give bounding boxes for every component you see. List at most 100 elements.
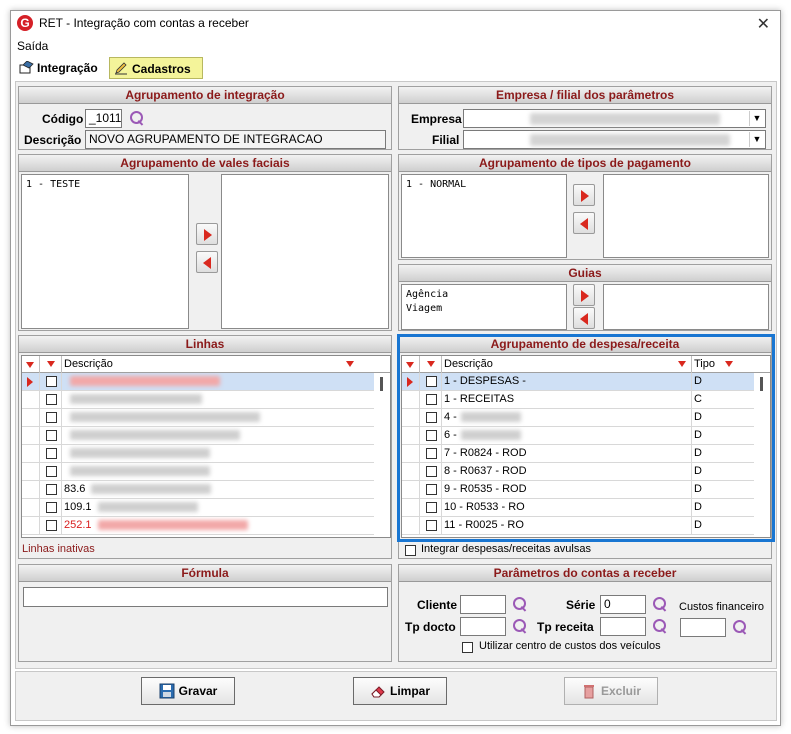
chevron-down-icon: ▼ [749, 111, 764, 126]
arrow-left-icon [580, 218, 588, 230]
panel-guias: Guias Agência Viagem [398, 264, 772, 331]
tipos-pagamento-list[interactable]: 1 - NORMAL [401, 174, 567, 258]
search-serie-icon[interactable] [652, 596, 668, 612]
filial-select[interactable]: ▼ [463, 130, 766, 149]
tipos-pagamento-available-list[interactable] [603, 174, 769, 258]
filter-check-column[interactable] [40, 356, 62, 373]
table-row[interactable] [22, 445, 390, 463]
redacted-text [70, 466, 210, 477]
search-cliente-icon[interactable] [512, 596, 528, 612]
row-checkbox[interactable] [46, 520, 57, 531]
tab-cadastros[interactable]: Cadastros [109, 57, 203, 79]
redacted-text [70, 412, 260, 423]
filter-icon [47, 361, 55, 367]
table-row[interactable] [22, 373, 390, 391]
list-item[interactable]: 1 - TESTE [26, 178, 184, 192]
add-vale-button[interactable] [196, 223, 218, 245]
linhas-inativas-label: Linhas inativas [22, 543, 95, 555]
row-checkbox[interactable] [46, 448, 57, 459]
guias-available-list[interactable] [603, 284, 769, 330]
serie-field[interactable]: 0 [600, 595, 646, 614]
remove-vale-button[interactable] [196, 251, 218, 273]
remove-guia-button[interactable] [573, 307, 595, 329]
tpreceita-field[interactable] [600, 617, 646, 636]
tpdocto-label: Tp docto [405, 620, 456, 634]
row-checkbox[interactable] [46, 466, 57, 477]
integration-icon [19, 61, 34, 74]
row-checkbox[interactable] [46, 376, 57, 387]
row-check-cell [40, 481, 62, 499]
search-tpdocto-icon[interactable] [512, 618, 528, 634]
button-bar: Gravar Limpar Excluir [15, 671, 777, 721]
list-item[interactable]: Viagem [406, 302, 562, 316]
row-check-cell [40, 373, 62, 391]
table-row[interactable] [22, 427, 390, 445]
row-indicator [22, 499, 40, 517]
gravar-label: Gravar [178, 684, 218, 698]
sort-indicator[interactable] [22, 356, 40, 373]
table-row[interactable] [22, 391, 390, 409]
table-row[interactable]: 109.1 [22, 499, 390, 517]
cliente-field[interactable] [460, 595, 506, 614]
row-checkbox[interactable] [46, 484, 57, 495]
search-custos-icon[interactable] [732, 619, 748, 635]
centro-custos-checkbox[interactable] [462, 642, 473, 653]
app-logo-icon: G [17, 15, 33, 31]
col-descricao-label: Descrição [64, 358, 113, 370]
row-descricao [62, 427, 360, 445]
table-row[interactable] [22, 409, 390, 427]
linhas-grid[interactable]: Descrição 83.6 109.1 252.1 [21, 355, 391, 538]
custos-label: Custos financeiro [679, 601, 764, 613]
panel-title: Linhas [19, 336, 391, 353]
add-guia-button[interactable] [573, 284, 595, 306]
row-descricao [62, 373, 360, 391]
row-checkbox[interactable] [46, 502, 57, 513]
scroll-thumb[interactable] [380, 377, 383, 391]
row-descricao [62, 391, 360, 409]
formula-field[interactable] [23, 587, 388, 607]
vales-list[interactable]: 1 - TESTE [21, 174, 189, 329]
row-check-cell [40, 463, 62, 481]
row-check-cell [40, 391, 62, 409]
remove-tipo-pagamento-button[interactable] [573, 212, 595, 234]
close-icon[interactable]: ✕ [757, 14, 770, 34]
search-tpreceita-icon[interactable] [652, 618, 668, 634]
tab-integracao[interactable]: Integração [15, 57, 107, 79]
menu-saida[interactable]: Saída [17, 39, 48, 53]
vales-available-list[interactable] [221, 174, 389, 329]
tab-integracao-label: Integração [37, 61, 98, 75]
panel-vales-faciais: Agrupamento de vales faciais 1 - TESTE [18, 154, 392, 331]
excluir-button[interactable]: Excluir [564, 677, 658, 705]
row-indicator [22, 373, 40, 391]
row-checkbox[interactable] [46, 430, 57, 441]
col-descricao[interactable]: Descrição [62, 356, 360, 373]
row-indicator [22, 409, 40, 427]
add-tipo-pagamento-button[interactable] [573, 184, 595, 206]
codigo-field[interactable]: _1011 [85, 109, 122, 128]
linhas-scrollbar[interactable] [374, 373, 390, 537]
table-row[interactable] [22, 463, 390, 481]
guias-list[interactable]: Agência Viagem [401, 284, 567, 330]
gravar-button[interactable]: Gravar [141, 677, 235, 705]
descricao-field[interactable]: NOVO AGRUPAMENTO DE INTEGRACAO [85, 130, 386, 149]
table-row[interactable]: 252.1 [22, 517, 390, 535]
title-bar: G RET - Integração com contas a receber … [11, 11, 780, 37]
row-check-cell [40, 409, 62, 427]
row-checkbox[interactable] [46, 394, 57, 405]
empresa-select[interactable]: ▼ [463, 109, 766, 128]
panel-title: Agrupamento de tipos de pagamento [399, 155, 771, 172]
limpar-button[interactable]: Limpar [353, 677, 447, 705]
save-icon [159, 683, 175, 699]
chevron-down-icon: ▼ [749, 132, 764, 147]
table-row[interactable]: 83.6 [22, 481, 390, 499]
row-checkbox[interactable] [46, 412, 57, 423]
panel-linhas: Linhas Descrição 83.6 109.1 252.1 Linhas i… [18, 335, 392, 559]
panel-title: Fórmula [19, 565, 391, 582]
avulsas-checkbox[interactable] [405, 545, 416, 556]
panel-empresa-filial: Empresa / filial dos parâmetros Empresa … [398, 86, 772, 150]
list-item[interactable]: Agência [406, 288, 562, 302]
tpdocto-field[interactable] [460, 617, 506, 636]
list-item[interactable]: 1 - NORMAL [406, 178, 562, 192]
search-codigo-icon[interactable] [129, 110, 145, 126]
custos-field[interactable] [680, 618, 726, 637]
